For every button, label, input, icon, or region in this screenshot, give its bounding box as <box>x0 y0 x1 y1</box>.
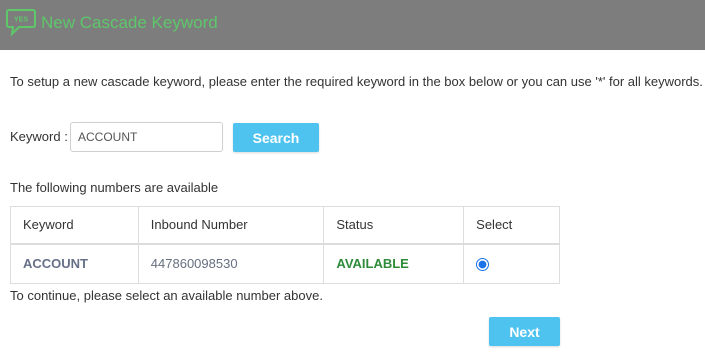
column-header-keyword: Keyword <box>10 206 139 245</box>
row-keyword: ACCOUNT <box>10 243 139 284</box>
keyword-label: Keyword : <box>10 129 68 144</box>
column-header-status: Status <box>323 206 465 245</box>
row-status: AVAILABLE <box>323 243 465 284</box>
available-numbers-text: The following numbers are available <box>10 180 219 195</box>
column-header-inbound-number: Inbound Number <box>137 206 325 245</box>
intro-text: To setup a new cascade keyword, please e… <box>10 74 703 89</box>
search-button[interactable]: Search <box>233 123 319 152</box>
row-inbound-number: 447860098530 <box>137 243 325 284</box>
page-title: New Cascade Keyword <box>41 13 218 32</box>
keyword-input[interactable] <box>70 122 223 152</box>
next-button[interactable]: Next <box>489 317 560 346</box>
logo-text: YES <box>14 17 28 24</box>
column-header-select: Select <box>463 206 560 245</box>
table-header-row: Keyword Inbound Number Status Select <box>10 206 560 245</box>
select-number-radio[interactable] <box>476 258 490 272</box>
title-bar: YES New Cascade Keyword <box>0 0 705 50</box>
table-row: ACCOUNT 447860098530 AVAILABLE <box>10 243 560 284</box>
chat-bubble-logo-icon: YES <box>6 9 36 36</box>
continue-instructions: To continue, please select an available … <box>10 288 323 303</box>
numbers-table: Keyword Inbound Number Status Select ACC… <box>10 206 560 284</box>
row-select-cell <box>463 243 560 284</box>
